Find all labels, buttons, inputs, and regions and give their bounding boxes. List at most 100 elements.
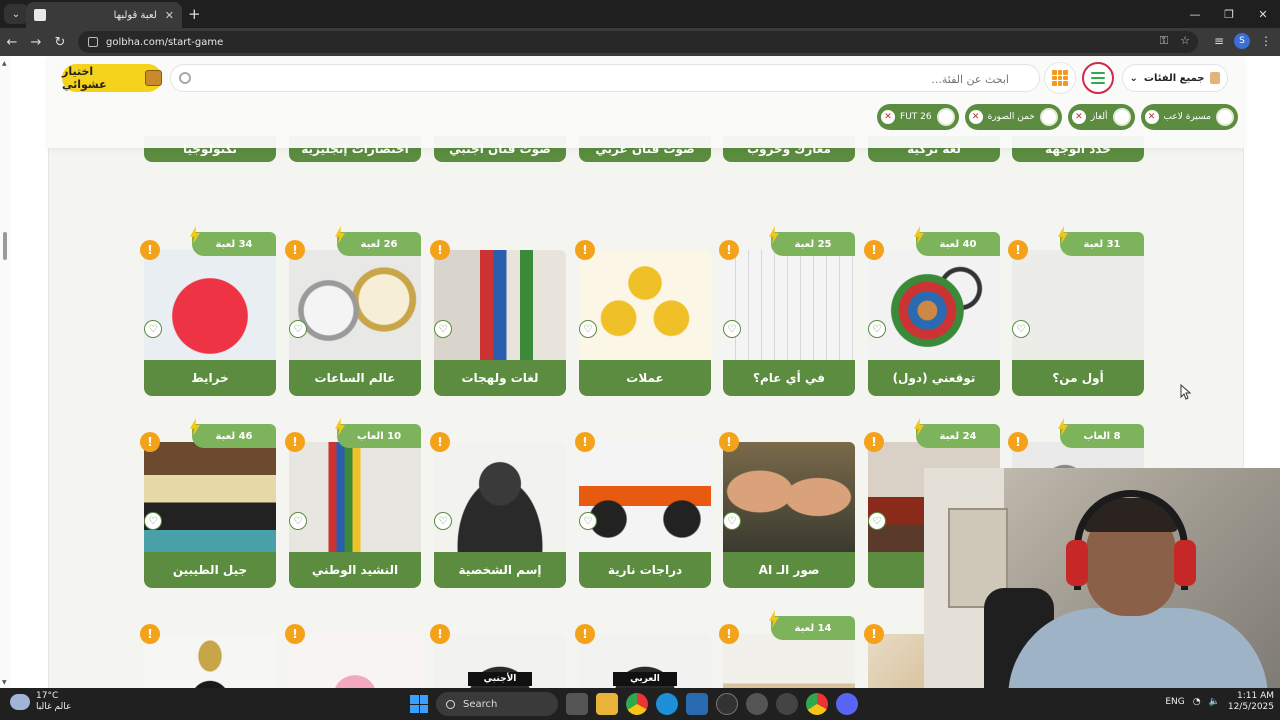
info-icon[interactable]: ! — [575, 240, 595, 260]
favorite-heart-icon[interactable]: ♡ — [868, 320, 886, 338]
info-icon[interactable]: ! — [864, 432, 884, 452]
grid-view-button[interactable] — [1044, 62, 1076, 94]
volume-icon[interactable]: 🔈 — [1209, 697, 1220, 707]
store-icon[interactable] — [686, 693, 708, 715]
language-indicator[interactable]: ENG — [1165, 697, 1184, 707]
favorite-heart-icon[interactable]: ♡ — [144, 320, 162, 338]
favorite-heart-icon[interactable]: ♡ — [868, 512, 886, 530]
favorite-heart-icon[interactable]: ♡ — [434, 512, 452, 530]
favorite-heart-icon[interactable]: ♡ — [1012, 320, 1030, 338]
new-tab-icon[interactable]: + — [188, 5, 201, 23]
browser-tab[interactable]: لعبة قولبها ✕ — [26, 2, 182, 28]
category-dropdown[interactable]: ⌄ جميع الفئات — [1122, 64, 1228, 92]
pyramids-image — [723, 634, 855, 688]
info-icon[interactable]: ! — [285, 432, 305, 452]
retro-items-image — [144, 442, 276, 552]
close-window-icon[interactable]: ✕ — [1246, 0, 1280, 28]
task-view-icon[interactable] — [566, 693, 588, 715]
info-icon[interactable]: ! — [140, 240, 160, 260]
favorite-heart-icon[interactable]: ♡ — [434, 320, 452, 338]
remove-chip-icon[interactable]: ✕ — [1071, 110, 1086, 124]
reload-icon[interactable]: ↻ — [48, 30, 72, 54]
wifi-icon[interactable]: ◔ — [1193, 697, 1201, 707]
chip-icon — [1039, 108, 1058, 126]
favorite-heart-icon[interactable]: ♡ — [579, 512, 597, 530]
info-icon[interactable]: ! — [1008, 432, 1028, 452]
globe-image — [868, 250, 1000, 360]
clock[interactable]: 1:11 AM 12/5/2025 — [1228, 691, 1274, 713]
category-label: عالم الساعات — [289, 360, 421, 396]
list-view-button[interactable] — [1082, 62, 1114, 94]
profile-avatar[interactable]: S — [1234, 33, 1250, 49]
chrome-profile-icon[interactable] — [806, 693, 828, 715]
headset-cup-left — [1066, 540, 1088, 586]
tab-search-icon[interactable]: ⌄ — [4, 4, 28, 24]
games-count-badge: 34 لعبة — [192, 232, 276, 256]
favorite-heart-icon[interactable]: ♡ — [144, 512, 162, 530]
info-icon[interactable]: ! — [140, 624, 160, 644]
filter-chip[interactable]: ✕ FUT 26 — [877, 104, 959, 130]
filter-chip[interactable]: ✕ خمن الصورة — [964, 104, 1062, 130]
category-label: إسم الشخصية — [434, 552, 566, 588]
close-tab-icon[interactable]: ✕ — [165, 9, 174, 22]
games-count-badge: 46 لعبة — [192, 424, 276, 448]
info-icon[interactable]: ! — [1008, 240, 1028, 260]
favorite-heart-icon[interactable]: ♡ — [579, 320, 597, 338]
filter-chip[interactable]: ✕ مسيرة لاعب — [1140, 104, 1238, 130]
scroll-down-icon[interactable]: ▼ — [2, 679, 7, 686]
info-icon[interactable]: ! — [285, 624, 305, 644]
forward-icon[interactable]: → — [24, 30, 48, 54]
start-icon[interactable] — [410, 695, 428, 713]
category-label: جيل الطيبين — [144, 552, 276, 588]
site-info-icon[interactable] — [88, 37, 98, 47]
search-input[interactable] — [209, 69, 1009, 89]
remove-chip-icon[interactable]: ✕ — [968, 110, 983, 124]
chrome-icon[interactable] — [626, 693, 648, 715]
taskbar-search[interactable]: Search — [436, 692, 558, 716]
weather-widget[interactable]: 17°C عالم غالبا — [10, 691, 71, 713]
minimize-icon[interactable]: — — [1178, 0, 1212, 28]
info-icon[interactable]: ! — [430, 624, 450, 644]
search-icon — [179, 72, 191, 84]
restore-icon[interactable]: ❐ — [1212, 0, 1246, 28]
perfume-image — [289, 634, 421, 688]
page-scrollbar[interactable]: ▲ ▼ — [0, 56, 10, 688]
back-icon[interactable]: ← — [0, 30, 24, 54]
info-icon[interactable]: ! — [719, 240, 739, 260]
info-icon[interactable]: ! — [140, 432, 160, 452]
discord-icon[interactable] — [836, 693, 858, 715]
blindfold-image: العربي — [579, 634, 711, 688]
info-icon[interactable]: ! — [285, 240, 305, 260]
scroll-thumb[interactable] — [3, 232, 7, 260]
info-icon[interactable]: ! — [719, 432, 739, 452]
remove-chip-icon[interactable]: ✕ — [1144, 110, 1159, 124]
menu-kebab-icon[interactable]: ⋮ — [1260, 34, 1272, 48]
info-icon[interactable]: ! — [430, 240, 450, 260]
bookmark-star-icon[interactable]: ☆ — [1180, 34, 1190, 48]
settings-icon[interactable] — [746, 693, 768, 715]
obs-icon[interactable] — [776, 693, 798, 715]
file-explorer-icon[interactable] — [596, 693, 618, 715]
favicon-icon — [34, 9, 46, 21]
info-icon[interactable]: ! — [719, 624, 739, 644]
info-icon[interactable]: ! — [575, 624, 595, 644]
category-search[interactable] — [170, 64, 1040, 92]
favorite-heart-icon[interactable]: ♡ — [289, 320, 307, 338]
random-pick-button[interactable]: اختيار عشوائي — [62, 64, 162, 92]
edge-icon[interactable] — [656, 693, 678, 715]
remove-chip-icon[interactable]: ✕ — [881, 110, 896, 124]
scroll-up-icon[interactable]: ▲ — [2, 60, 7, 67]
filter-chip[interactable]: ✕ ألغاز — [1067, 104, 1135, 130]
favorite-heart-icon[interactable]: ♡ — [723, 512, 741, 530]
password-key-icon[interactable]: ⚿ — [1160, 34, 1168, 48]
app-icon[interactable] — [716, 693, 738, 715]
games-count-badge: 14 لعبة — [771, 616, 855, 640]
favorite-heart-icon[interactable]: ♡ — [723, 320, 741, 338]
url-field[interactable]: golbha.com/start-game ⚿ ☆ — [78, 31, 1198, 53]
reading-list-icon[interactable]: ≡ — [1214, 34, 1224, 48]
info-icon[interactable]: ! — [864, 624, 884, 644]
favorite-heart-icon[interactable]: ♡ — [289, 512, 307, 530]
info-icon[interactable]: ! — [430, 432, 450, 452]
info-icon[interactable]: ! — [575, 432, 595, 452]
info-icon[interactable]: ! — [864, 240, 884, 260]
